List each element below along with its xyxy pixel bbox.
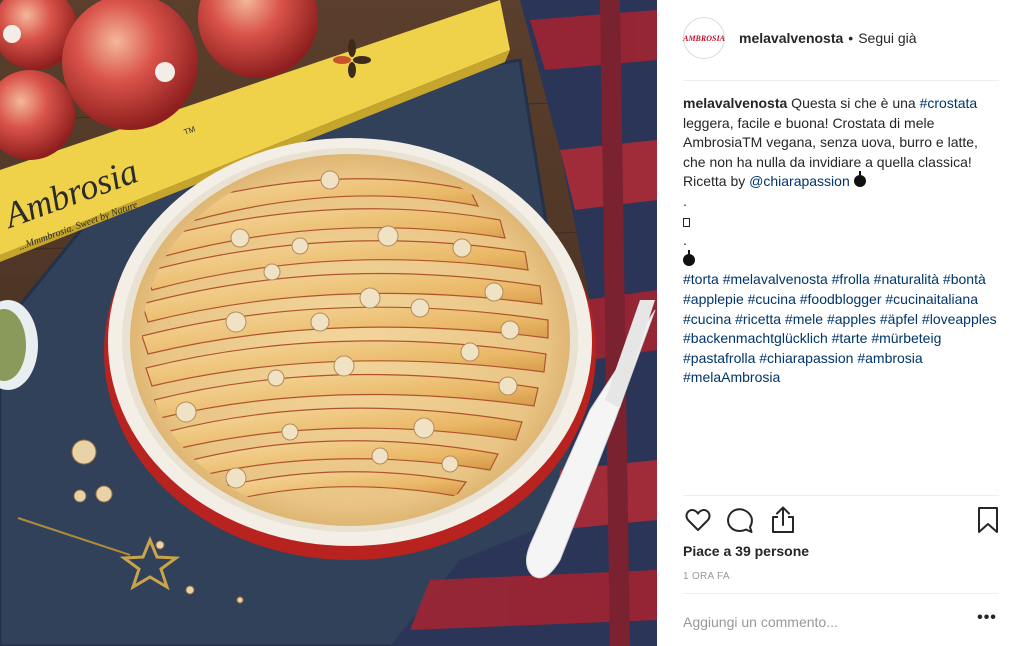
bookmark-icon[interactable] bbox=[973, 505, 1003, 535]
header-username[interactable]: melavalvenosta bbox=[739, 30, 843, 46]
header-separator: • bbox=[848, 30, 854, 46]
heart-icon[interactable] bbox=[683, 505, 713, 535]
post-header: AMBROSIA melavalvenosta • Segui già bbox=[683, 14, 999, 62]
comment-divider bbox=[683, 593, 999, 594]
post-photo[interactable]: Ambrosia TM ...Mmmbrosia. Sweet by Natur… bbox=[0, 0, 657, 646]
actions-divider bbox=[683, 495, 999, 496]
post-caption: melavalvenosta Questa si che è una #cros… bbox=[683, 94, 1001, 388]
caption-username[interactable]: melavalvenosta bbox=[683, 95, 787, 111]
comment-input[interactable] bbox=[683, 611, 953, 633]
hashtag-crostata-link[interactable]: #crostata bbox=[920, 95, 978, 111]
hashtag-list[interactable]: #torta #melavalvenosta #frolla #naturali… bbox=[683, 270, 1001, 388]
follow-status-button[interactable]: Segui già bbox=[858, 30, 916, 46]
missing-glyph-icon bbox=[683, 217, 690, 227]
likes-count[interactable]: Piace a 39 persone bbox=[683, 543, 809, 559]
caption-apple-line bbox=[683, 249, 1001, 271]
apple-emoji-icon bbox=[853, 171, 866, 188]
header-divider bbox=[683, 80, 999, 81]
caption-text-1: Questa si che è una bbox=[787, 95, 920, 111]
caption-box-line bbox=[683, 212, 1001, 232]
comment-icon[interactable] bbox=[725, 505, 755, 535]
mention-link[interactable]: @chiarapassion bbox=[749, 173, 850, 189]
post-timestamp[interactable]: 1 ORA FA bbox=[683, 571, 730, 582]
post-sidebar: AMBROSIA melavalvenosta • Segui già mela… bbox=[657, 0, 1024, 646]
caption-dot-line: . bbox=[683, 232, 687, 249]
more-options-button[interactable]: ••• bbox=[975, 610, 999, 632]
caption-dot-line: . bbox=[683, 192, 687, 209]
avatar-logo-text: AMBROSIA bbox=[683, 33, 725, 43]
action-bar bbox=[683, 505, 1001, 535]
apple-emoji-icon bbox=[683, 249, 695, 266]
apple-tart-image: Ambrosia TM ...Mmmbrosia. Sweet by Natur… bbox=[0, 0, 657, 646]
share-icon[interactable] bbox=[768, 505, 798, 535]
avatar[interactable]: AMBROSIA bbox=[683, 17, 725, 59]
